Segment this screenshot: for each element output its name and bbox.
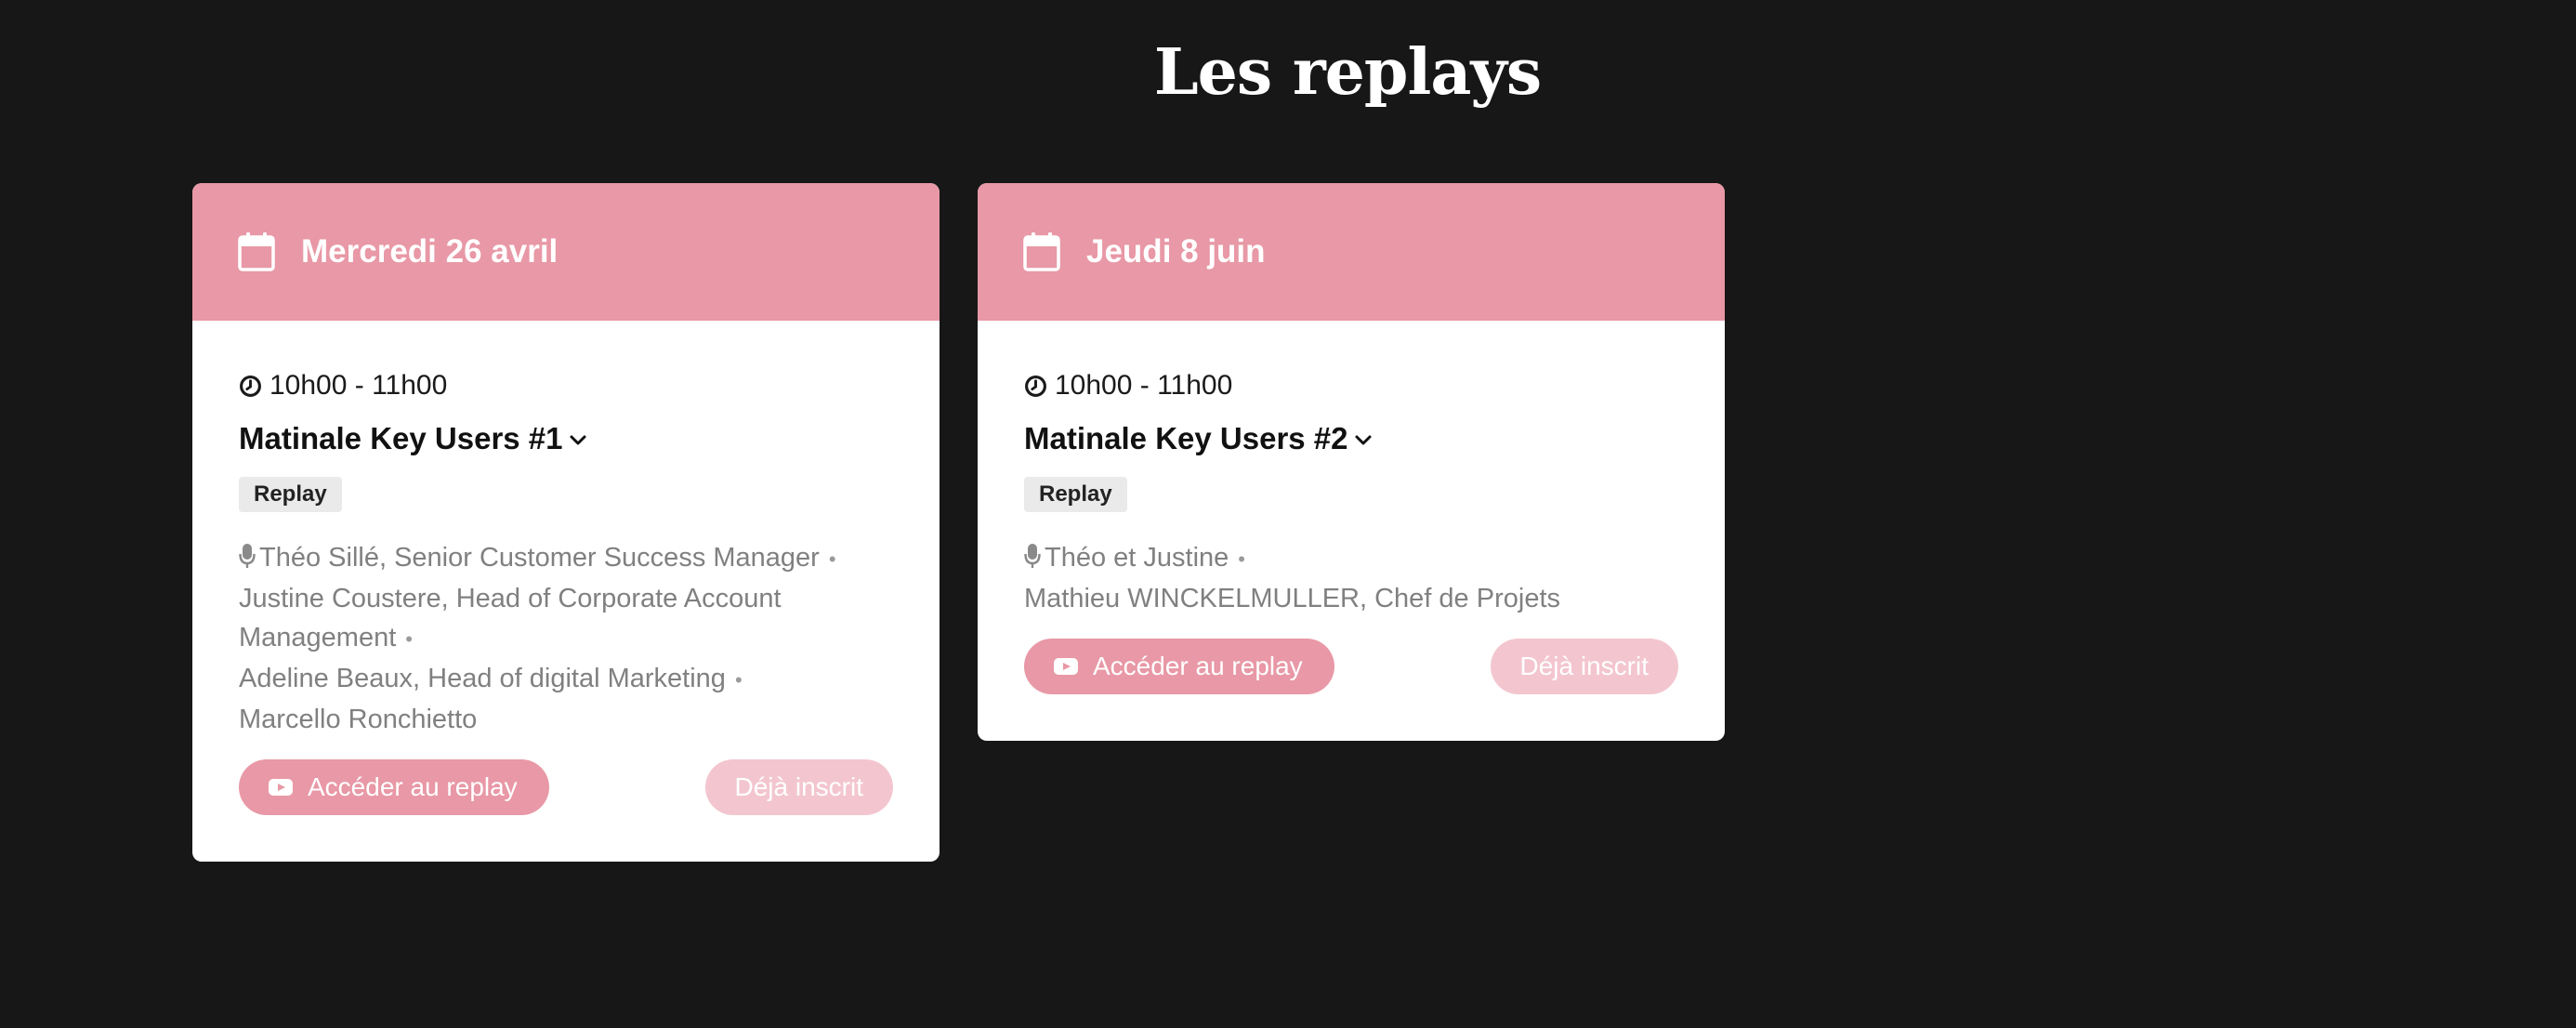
event-time-text: 10h00 - 11h00 <box>269 370 448 401</box>
event-title-toggle[interactable]: Matinale Key Users #2 <box>1024 419 1678 458</box>
speakers-list: Théo Sillé, Senior Customer Success Mana… <box>239 538 893 739</box>
page: Les replays Mercredi 26 avril 10h00 - 11… <box>0 0 2576 1028</box>
speaker-name: Théo et Justine <box>1045 543 1229 573</box>
event-time: 10h00 - 11h00 <box>1024 369 1678 402</box>
event-title: Matinale Key Users #2 <box>1024 421 1348 455</box>
card-body: 10h00 - 11h00 Matinale Key Users #2 Repl… <box>978 321 1725 741</box>
event-card: Jeudi 8 juin 10h00 - 11h00 Matinale Key … <box>978 183 1725 741</box>
speaker-name: Mathieu WINCKELMULLER, Chef de Projets <box>1024 584 1560 613</box>
event-date: Jeudi 8 juin <box>1086 233 1266 270</box>
speaker-name: Justine Coustere, Head of Corporate Acco… <box>239 584 782 652</box>
calendar-icon <box>1023 232 1060 271</box>
replay-badge: Replay <box>1024 477 1127 512</box>
speaker-name: Théo Sillé, Senior Customer Success Mana… <box>259 543 820 573</box>
card-header: Jeudi 8 juin <box>978 183 1725 321</box>
speaker-separator: • <box>734 668 743 692</box>
event-time-text: 10h00 - 11h00 <box>1055 370 1233 401</box>
chevron-down-icon <box>570 435 586 445</box>
clock-icon <box>1025 375 1046 397</box>
replay-badge: Replay <box>239 477 342 512</box>
calendar-icon <box>238 232 275 271</box>
speaker-name: Adeline Beaux, Head of digital Marketing <box>239 664 726 693</box>
event-date: Mercredi 26 avril <box>301 233 559 270</box>
speaker-name: Marcello Ronchietto <box>239 705 478 734</box>
event-time: 10h00 - 11h00 <box>239 369 893 402</box>
chevron-down-icon <box>1355 435 1372 445</box>
speaker-separator: • <box>1238 547 1245 571</box>
event-cards: Mercredi 26 avril 10h00 - 11h00 Matinale… <box>192 183 1725 862</box>
event-title: Matinale Key Users #1 <box>239 421 563 455</box>
card-actions: Accéder au replay Déjà inscrit <box>239 759 893 815</box>
clock-icon <box>240 375 261 397</box>
access-replay-button[interactable]: Accéder au replay <box>239 759 549 815</box>
youtube-icon <box>1054 658 1078 675</box>
access-replay-label: Accéder au replay <box>308 772 518 801</box>
youtube-icon <box>269 779 293 796</box>
card-header: Mercredi 26 avril <box>192 183 940 321</box>
access-replay-button[interactable]: Accéder au replay <box>1024 639 1334 694</box>
microphone-icon <box>239 544 256 568</box>
speaker-separator: • <box>828 547 836 571</box>
event-title-toggle[interactable]: Matinale Key Users #1 <box>239 419 893 458</box>
access-replay-label: Accéder au replay <box>1093 652 1303 680</box>
already-registered-button[interactable]: Déjà inscrit <box>1490 639 1678 694</box>
speakers-list: Théo et Justine • Mathieu WINCKELMULLER, … <box>1024 538 1678 618</box>
speaker-separator: • <box>405 627 413 651</box>
already-registered-button[interactable]: Déjà inscrit <box>704 759 893 815</box>
microphone-icon <box>1024 544 1041 568</box>
card-body: 10h00 - 11h00 Matinale Key Users #1 Repl… <box>192 321 940 862</box>
event-card: Mercredi 26 avril 10h00 - 11h00 Matinale… <box>192 183 940 862</box>
card-actions: Accéder au replay Déjà inscrit <box>1024 639 1678 694</box>
section-title: Les replays <box>1153 35 1542 110</box>
